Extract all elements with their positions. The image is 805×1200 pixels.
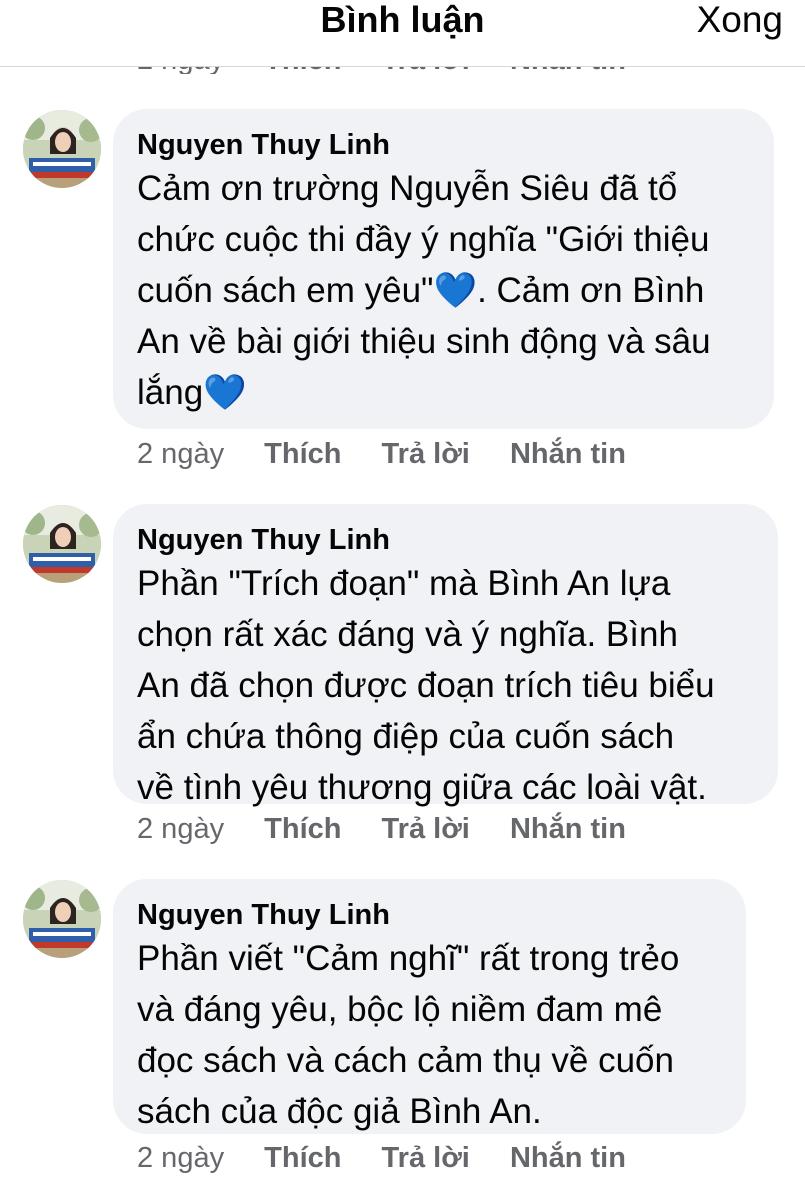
comment-author[interactable]: Nguyen Thuy Linh — [137, 127, 750, 163]
comments-header: Bình luận Xong — [0, 0, 805, 67]
page-title: Bình luận — [320, 0, 485, 40]
comment-bubble: Nguyen Thuy Linh Cảm ơn trường Nguyễn Si… — [113, 109, 774, 429]
done-button[interactable]: Xong — [697, 0, 783, 40]
like-button[interactable]: Thích — [264, 1142, 341, 1174]
avatar-photo — [23, 110, 101, 188]
reply-button[interactable]: Trả lời — [382, 438, 470, 470]
comment-text: Phần "Trích đoạn" mà Bình An lựa chọn rấ… — [137, 564, 715, 807]
reply-button[interactable]: Trả lời — [382, 813, 470, 845]
comment-text: Phần viết "Cảm nghĩ" rất trong trẻo và đ… — [137, 939, 680, 1131]
comment-text: Cảm ơn trường Nguyễn Siêu đã tổ chức cuộ… — [137, 169, 711, 412]
comment-actions: 2 ngày Thích Trả lời Nhắn tin — [137, 1141, 658, 1175]
comment-time: 2 ngày — [137, 438, 225, 470]
avatar[interactable] — [23, 505, 101, 583]
comment-author[interactable]: Nguyen Thuy Linh — [137, 522, 754, 558]
blue-heart-icon: 💙 — [203, 373, 247, 412]
message-button[interactable]: Nhắn tin — [510, 813, 626, 845]
comment-bubble: Nguyen Thuy Linh Phần viết "Cảm nghĩ" rấ… — [113, 879, 746, 1134]
comment-time: 2 ngày — [137, 1142, 225, 1174]
message-button[interactable]: Nhắn tin — [510, 438, 626, 470]
comment-author[interactable]: Nguyen Thuy Linh — [137, 897, 722, 933]
like-button[interactable]: Thích — [264, 813, 341, 845]
like-button[interactable]: Thích — [264, 438, 341, 470]
comment-time: 2 ngày — [137, 813, 225, 845]
comment-bubble: Nguyen Thuy Linh Phần "Trích đoạn" mà Bì… — [113, 504, 778, 807]
blue-heart-icon: 💙 — [433, 271, 478, 310]
avatar-photo — [23, 880, 101, 958]
avatar-photo — [23, 505, 101, 583]
reply-button[interactable]: Trả lời — [382, 1142, 470, 1174]
avatar[interactable] — [23, 880, 101, 958]
comment-actions: 2 ngày Thích Trả lời Nhắn tin — [137, 812, 658, 846]
message-button[interactable]: Nhắn tin — [510, 1142, 626, 1174]
avatar[interactable] — [23, 110, 101, 188]
comment-actions: 2 ngày Thích Trả lời Nhắn tin — [137, 437, 658, 471]
